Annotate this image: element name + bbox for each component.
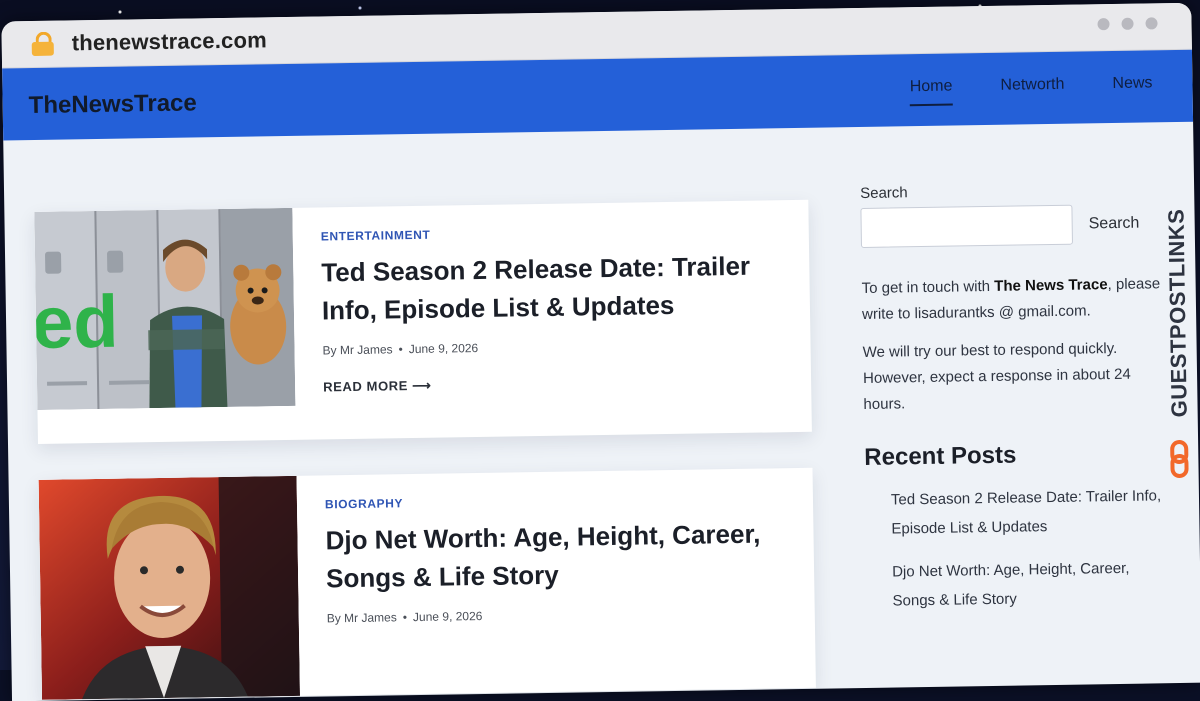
window-controls [1097,17,1158,31]
search-label: Search [860,184,908,202]
post-meta: By Mr James • June 9, 2026 [327,604,795,625]
nav-home[interactable]: Home [910,78,953,97]
recent-post-link[interactable]: Djo Net Worth: Age, Height, Career, Song… [892,553,1167,615]
browser-window: thenewstrace.com TheNewsTrace Home Netwo… [1,2,1200,701]
post-meta: By Mr James • June 9, 2026 [322,336,790,357]
post-category[interactable]: ENTERTAINMENT [321,222,789,244]
recent-posts-heading: Recent Posts [864,441,1017,471]
window-dot-icon[interactable] [1145,17,1158,30]
post-card: ed ENTERTAINMENT Ted Season 2 Release Da… [34,199,812,444]
post-date: June 9, 2026 [408,341,479,357]
nav-networth[interactable]: Networth [1000,76,1064,95]
response-text: We will try our best to respond quickly.… [862,339,1131,413]
search-input[interactable] [860,204,1073,248]
read-more-label: READ MORE [323,378,409,395]
url-text[interactable]: thenewstrace.com [72,27,268,56]
post-date: June 9, 2026 [412,608,483,625]
post-title[interactable]: Djo Net Worth: Age, Height, Career, Song… [325,514,794,597]
post-category[interactable]: BIOGRAPHY [325,490,793,511]
post-body: BIOGRAPHY Djo Net Worth: Age, Height, Ca… [325,490,795,625]
arrow-right-icon: ⟶ [412,377,432,394]
meta-separator: • [398,342,403,357]
contact-text: To get in touch with The News Trace, ple… [861,271,1162,328]
main-nav: Home Networth News [910,74,1153,96]
post-card: BIOGRAPHY Djo Net Worth: Age, Height, Ca… [38,467,816,700]
post-author[interactable]: By Mr James [327,610,397,625]
search-form: Search [860,203,1161,248]
ted-thumbnail-image: ed [34,207,296,410]
site-logo[interactable]: TheNewsTrace [28,89,197,120]
post-title[interactable]: Ted Season 2 Release Date: Trailer Info,… [321,246,790,329]
post-thumbnail[interactable]: ed [34,207,296,410]
guestpostlinks-watermark: GUESTPOSTLINKS [1162,182,1195,482]
read-more-link[interactable]: READ MORE ⟶ [323,372,791,395]
main-content: ed ENTERTAINMENT Ted Season 2 Release Da… [3,122,1200,701]
djo-thumbnail-image [38,475,300,700]
search-button[interactable]: Search [1089,215,1140,234]
post-author[interactable]: By Mr James [322,342,392,357]
watermark-text: GUESTPOSTLINKS [1163,208,1192,418]
link-icon [1170,440,1189,479]
window-dot-icon[interactable] [1121,17,1134,30]
recent-post-link[interactable]: Ted Season 2 Release Date: Trailer Info,… [891,481,1166,543]
post-body: ENTERTAINMENT Ted Season 2 Release Date:… [321,222,792,395]
post-thumbnail[interactable] [38,475,300,700]
lock-icon [31,31,54,56]
window-dot-icon[interactable] [1097,18,1110,31]
sidebar: Search Search To get in touch with The N… [860,180,1167,616]
thumb-logo-text: ed [34,280,119,364]
contact-name: The News Trace [994,276,1108,295]
meta-separator: • [402,610,408,625]
contact-prefix: To get in touch with [861,277,995,297]
nav-news[interactable]: News [1112,74,1152,93]
